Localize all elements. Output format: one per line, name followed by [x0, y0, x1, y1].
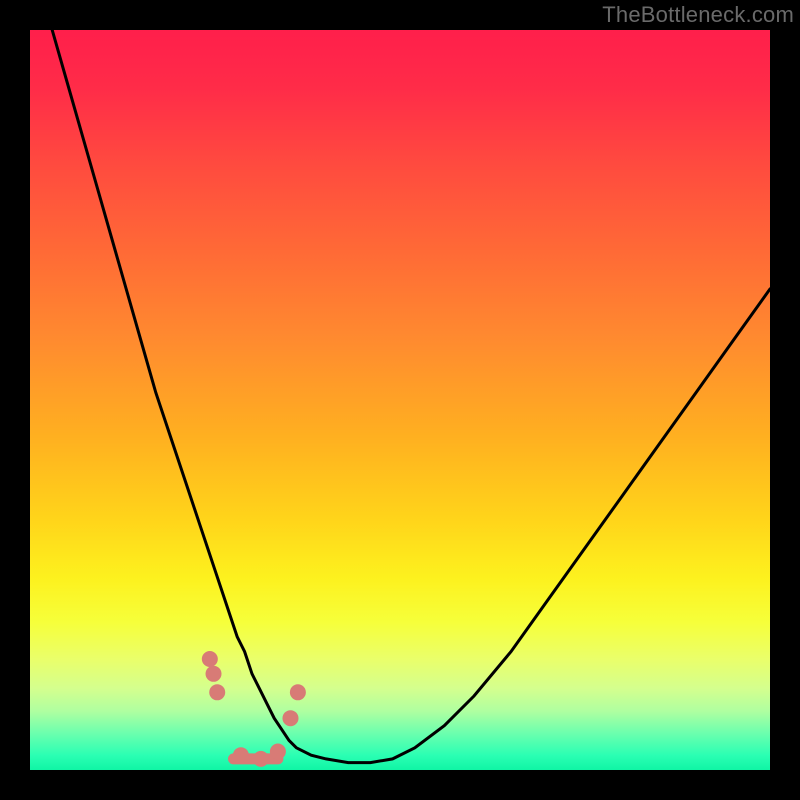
data-marker	[282, 710, 298, 726]
data-marker	[270, 744, 286, 760]
data-marker	[209, 684, 225, 700]
data-marker	[206, 666, 222, 682]
chart-frame: { "watermark": "TheBottleneck.com", "col…	[0, 0, 800, 800]
data-marker	[202, 651, 218, 667]
bottleneck-chart	[0, 0, 800, 800]
data-marker	[290, 684, 306, 700]
plot-background	[30, 30, 770, 770]
data-marker	[233, 747, 249, 763]
watermark-text: TheBottleneck.com	[602, 2, 794, 28]
data-marker	[253, 751, 269, 767]
